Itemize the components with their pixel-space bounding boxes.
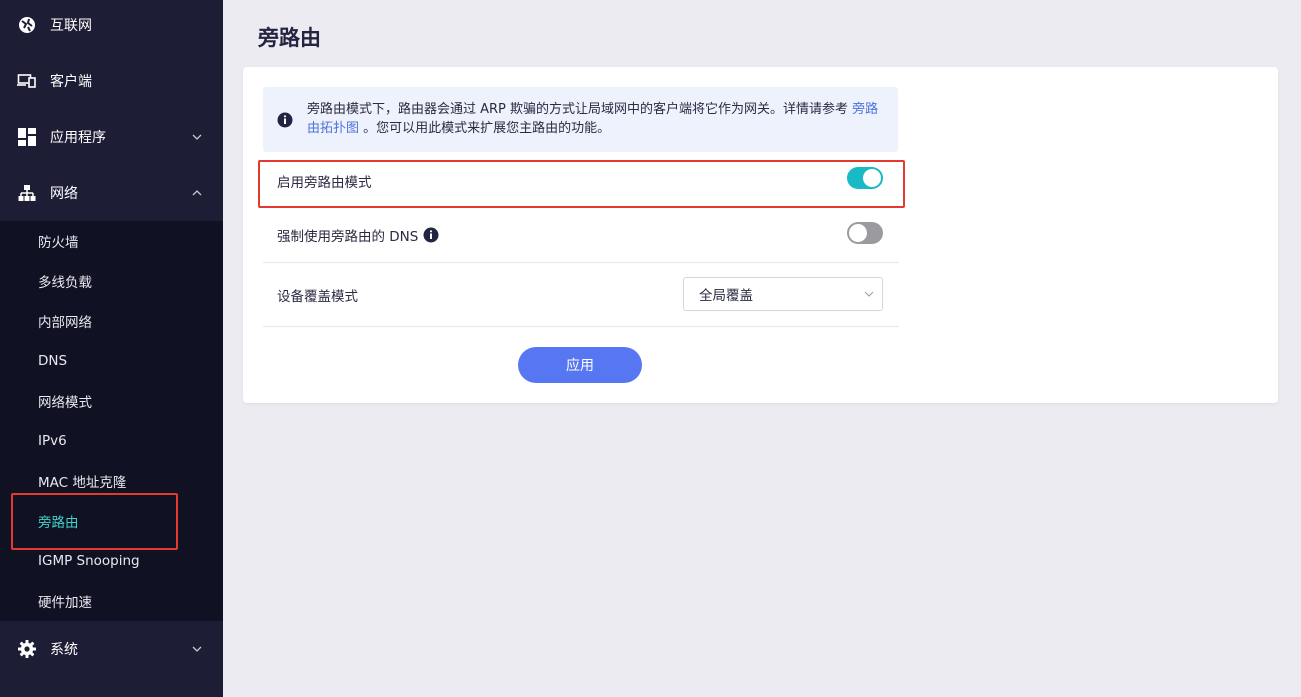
force-dns-toggle[interactable]: [847, 222, 883, 244]
submenu-item-multiwan[interactable]: 多线负载: [0, 261, 223, 301]
sidebar-item-label: 应用程序: [50, 130, 106, 146]
apps-grid-icon: [17, 127, 37, 147]
apply-button[interactable]: 应用: [518, 347, 642, 383]
sidebar-item-internet[interactable]: 互联网: [0, 0, 223, 53]
enable-bypass-row: 启用旁路由模式: [263, 155, 899, 207]
sidebar-item-label: 网络: [50, 186, 78, 202]
submenu-item-firewall[interactable]: 防火墙: [0, 221, 223, 261]
submenu-item-dns[interactable]: DNS: [0, 341, 223, 381]
toggle-knob: [863, 169, 881, 187]
submenu-item-ipv6[interactable]: IPv6: [0, 421, 223, 461]
info-text: 旁路由模式下，路由器会通过 ARP 欺骗的方式让局域网中的客户端将它作为网关。详…: [307, 100, 885, 138]
submenu-item-network-mode[interactable]: 网络模式: [0, 381, 223, 421]
gear-icon: [17, 639, 37, 659]
sidebar: 互联网 客户端 应用程序 网络 防火墙 多线负载 内部网络 DNS 网络模式 I…: [0, 0, 223, 697]
submenu-item-bypass-router[interactable]: 旁路由: [0, 501, 223, 541]
chevron-down-icon: [864, 291, 874, 297]
sidebar-item-clients[interactable]: 客户端: [0, 53, 223, 109]
chevron-down-icon: [192, 646, 202, 652]
enable-bypass-toggle[interactable]: [847, 167, 883, 189]
info-text-part: 旁路由模式下，路由器会通过 ARP 欺骗的方式让局域网中的客户端将它作为网关。详…: [307, 102, 853, 117]
sidebar-item-label: 系统: [50, 642, 78, 658]
sidebar-item-label: 互联网: [50, 18, 92, 34]
info-text-part: 。您可以用此模式来扩展您主路由的功能。: [359, 121, 611, 136]
coverage-mode-value: 全局覆盖: [699, 288, 753, 304]
force-dns-label-wrap: 强制使用旁路由的 DNS: [277, 225, 439, 245]
submenu-item-hw-acceleration[interactable]: 硬件加速: [0, 581, 223, 621]
devices-icon: [17, 71, 37, 91]
network-icon: [17, 183, 37, 203]
chevron-down-icon: [192, 134, 202, 140]
force-dns-row: 强制使用旁路由的 DNS: [263, 207, 899, 263]
sidebar-item-apps[interactable]: 应用程序: [0, 109, 223, 165]
toggle-knob: [849, 224, 867, 242]
globe-icon: [17, 15, 37, 35]
coverage-mode-select[interactable]: 全局覆盖: [683, 277, 883, 311]
chevron-up-icon: [192, 190, 202, 196]
info-icon[interactable]: [423, 227, 439, 243]
enable-bypass-label: 启用旁路由模式: [277, 175, 372, 191]
sidebar-item-system[interactable]: 系统: [0, 621, 223, 677]
sidebar-item-label: 客户端: [50, 74, 92, 90]
info-icon: [277, 112, 293, 128]
submenu-item-igmp-snooping[interactable]: IGMP Snooping: [0, 541, 223, 581]
submenu-item-lan[interactable]: 内部网络: [0, 301, 223, 341]
force-dns-label: 强制使用旁路由的 DNS: [277, 228, 419, 245]
page-title: 旁路由: [258, 26, 321, 50]
submenu-item-mac-clone[interactable]: MAC 地址克隆: [0, 461, 223, 501]
coverage-mode-label: 设备覆盖模式: [277, 288, 358, 305]
info-box: 旁路由模式下，路由器会通过 ARP 欺骗的方式让局域网中的客户端将它作为网关。详…: [263, 87, 898, 152]
sidebar-item-network[interactable]: 网络: [0, 165, 223, 221]
network-submenu: 防火墙 多线负载 内部网络 DNS 网络模式 IPv6 MAC 地址克隆 旁路由…: [0, 221, 223, 621]
